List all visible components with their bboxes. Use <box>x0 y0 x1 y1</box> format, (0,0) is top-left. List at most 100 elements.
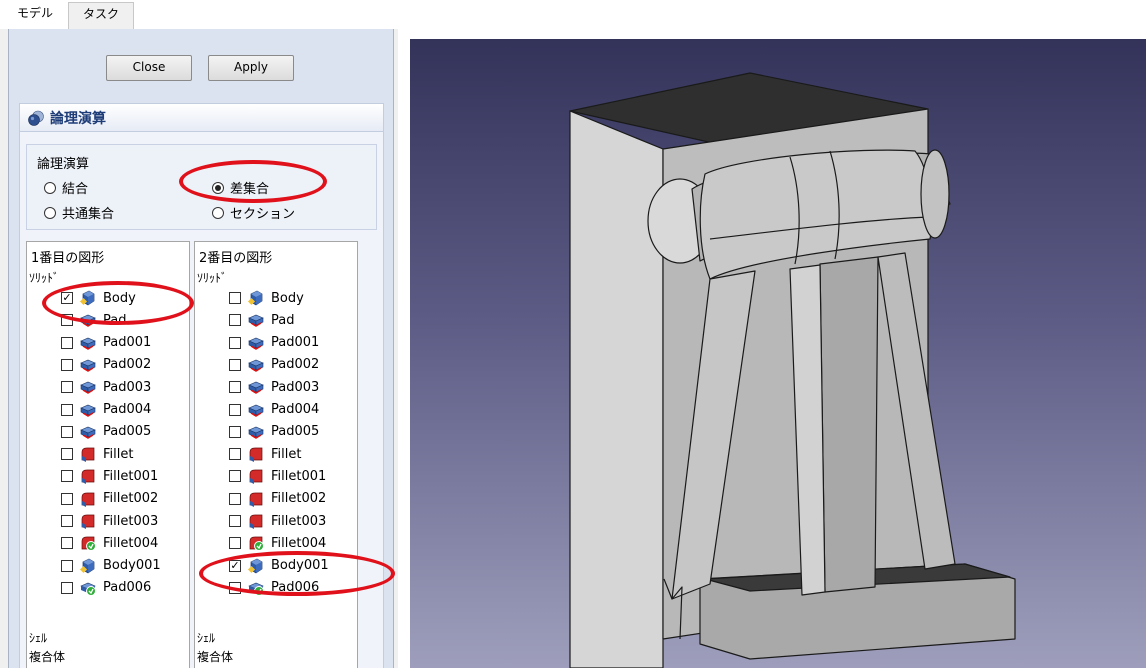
second-shape-item[interactable]: Fillet <box>229 443 301 465</box>
second-shape-item[interactable]: Pad001 <box>229 332 319 354</box>
pad-icon <box>248 402 264 418</box>
radio-section[interactable]: セクション <box>212 203 295 222</box>
second-shape-item-checkbox[interactable] <box>229 515 241 527</box>
pad-icon <box>248 379 264 395</box>
first-shape-item[interactable]: Pad005 <box>61 421 151 443</box>
3d-viewport[interactable] <box>410 39 1146 668</box>
second-shape-item[interactable]: Pad004 <box>229 399 319 421</box>
tab-model[interactable]: モデル <box>4 2 66 28</box>
second-shape-item[interactable]: Pad002 <box>229 354 319 376</box>
second-shape-item[interactable]: Body <box>229 287 304 309</box>
fillet-icon <box>80 513 96 529</box>
pad-icon <box>248 424 264 440</box>
second-shape-item-label: Body <box>271 290 304 306</box>
close-button[interactable]: Close <box>106 55 192 81</box>
second-shape-item-label: Pad005 <box>271 424 320 440</box>
second-shape-item[interactable]: Pad005 <box>229 421 319 443</box>
first-shape-item-checkbox[interactable] <box>61 515 73 527</box>
radio-union[interactable]: 結合 <box>44 178 88 197</box>
radio-intersection-label: 共通集合 <box>62 207 115 222</box>
radio-section-label: セクション <box>230 207 296 222</box>
first-shape-item-checkbox[interactable] <box>61 448 73 461</box>
first-shape-item[interactable]: Pad003 <box>61 376 151 398</box>
second-shape-category-solids: ｿﾘｯﾄﾞ <box>197 271 228 285</box>
first-shape-item-checkbox[interactable] <box>61 470 73 483</box>
fillet-tip-icon <box>80 535 96 552</box>
pad-icon <box>248 312 264 328</box>
center-post <box>819 256 879 593</box>
second-shape-category-shells: ｼｪﾙ <box>197 631 216 645</box>
first-shape-category-shells: ｼｪﾙ <box>29 631 48 645</box>
first-shape-item[interactable]: Pad002 <box>61 354 151 376</box>
first-shape-item[interactable]: Body001 <box>61 555 161 577</box>
second-shape-item-checkbox[interactable] <box>229 403 241 416</box>
second-shape-item-label: Fillet <box>271 446 302 462</box>
first-shape-item[interactable]: Pad006 <box>61 577 151 599</box>
first-shape-item-checkbox[interactable] <box>61 336 73 349</box>
highlight-difference-ellipse <box>179 160 327 203</box>
first-shape-item-checkbox[interactable] <box>61 492 73 505</box>
body-icon <box>79 558 96 574</box>
first-shape-item[interactable]: Pad001 <box>61 332 151 354</box>
first-shape-item-label: Pad005 <box>103 424 152 440</box>
first-shape-item-label: Body001 <box>103 558 161 574</box>
second-shape-item-checkbox[interactable] <box>229 448 241 461</box>
first-shape-item-label: Pad006 <box>103 580 152 596</box>
first-shape-item[interactable]: Fillet004 <box>61 532 158 554</box>
first-shape-category-solids: ｿﾘｯﾄﾞ <box>29 271 60 285</box>
second-shape-item[interactable]: Pad003 <box>229 376 319 398</box>
radio-section-indicator[interactable] <box>212 206 224 219</box>
first-shape-item-checkbox[interactable] <box>61 403 73 416</box>
second-shape-item[interactable]: Pad <box>229 309 294 331</box>
radio-union-indicator[interactable] <box>44 181 56 194</box>
second-shape-item[interactable]: Fillet003 <box>229 510 326 532</box>
first-shape-category-compounds: 複合体 <box>29 650 66 664</box>
second-shape-item-checkbox[interactable] <box>229 336 241 349</box>
second-shape-item-label: Pad001 <box>271 335 320 351</box>
second-shape-item-checkbox[interactable] <box>229 358 241 371</box>
radio-intersection[interactable]: 共通集合 <box>44 203 114 222</box>
second-shape-item-label: Pad004 <box>271 402 320 417</box>
second-shape-item-label: Fillet001 <box>271 468 327 484</box>
tab-task[interactable]: タスク <box>68 2 134 29</box>
pad-icon <box>80 379 96 395</box>
second-shape-item-checkbox[interactable] <box>229 314 241 327</box>
second-shape-item-checkbox[interactable] <box>229 292 241 304</box>
boolean-task-header[interactable]: 論理演算 <box>20 104 383 132</box>
apply-button[interactable]: Apply <box>208 55 294 81</box>
first-shape-item[interactable]: Fillet002 <box>61 488 158 510</box>
second-shape-item-checkbox[interactable] <box>229 381 241 394</box>
first-shape-item-checkbox[interactable] <box>61 559 73 572</box>
second-shape-item-label: Pad <box>271 312 295 328</box>
boolean-task-title: 論理演算 <box>50 111 106 127</box>
first-shape-item[interactable]: Fillet <box>61 443 133 465</box>
first-shape-item-label: Pad004 <box>103 402 152 417</box>
first-shape-item-checkbox[interactable] <box>61 358 73 371</box>
first-shape-item-label: Pad001 <box>103 335 152 351</box>
first-shape-item-checkbox[interactable] <box>61 581 73 594</box>
first-shape-item[interactable]: Pad004 <box>61 399 151 421</box>
first-shape-item-label: Fillet <box>103 446 134 462</box>
pad-icon <box>80 402 96 418</box>
fillet-tip-icon <box>248 535 264 552</box>
pad-tip-icon <box>80 580 96 596</box>
first-shape-item-label: Fillet003 <box>103 513 159 529</box>
second-shape-item-checkbox[interactable] <box>229 537 241 550</box>
pad-icon <box>248 357 264 373</box>
first-shape-item[interactable]: Fillet003 <box>61 510 158 532</box>
second-shape-item[interactable]: Fillet002 <box>229 488 326 510</box>
radio-intersection-indicator[interactable] <box>44 206 56 219</box>
second-shape-item-checkbox[interactable] <box>229 425 241 438</box>
first-shape-item-label: Fillet004 <box>103 535 159 551</box>
second-shape-item-checkbox[interactable] <box>229 470 241 483</box>
highlight-body001-ellipse <box>199 551 395 596</box>
first-shape-item[interactable]: Fillet001 <box>61 465 158 487</box>
second-shape-title: 2番目の図形 <box>199 251 273 266</box>
second-shape-item-checkbox[interactable] <box>229 492 241 505</box>
first-shape-item-checkbox[interactable] <box>61 425 73 438</box>
first-shape-item-checkbox[interactable] <box>61 381 73 394</box>
second-shape-item[interactable]: Fillet001 <box>229 465 326 487</box>
second-shape-list[interactable]: 2番目の図形 ｿﾘｯﾄﾞ ｼｪﾙ 複合体 面 BodyPadPad001Pad0… <box>194 241 358 668</box>
operation-group-title: 論理演算 <box>37 157 90 172</box>
first-shape-item-checkbox[interactable] <box>61 537 73 550</box>
